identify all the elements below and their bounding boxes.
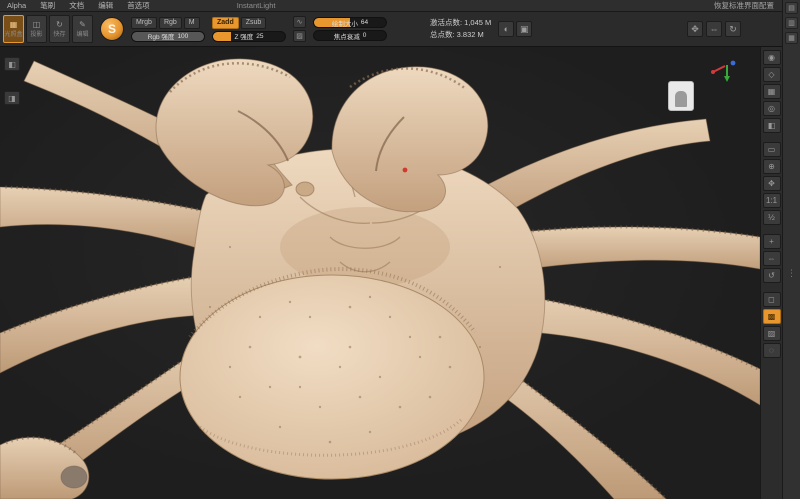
- tray-icon-1[interactable]: ▤: [785, 2, 798, 14]
- instantlight-label: InstantLight: [237, 1, 276, 10]
- menu-item-document[interactable]: 文档: [62, 0, 91, 11]
- menu-item-brush[interactable]: 笔刷: [33, 0, 62, 11]
- projection-button[interactable]: ◫ 投影: [26, 15, 47, 43]
- lightbox-button[interactable]: ▦ 光照盒: [3, 15, 24, 43]
- projection-icon: ◫: [33, 20, 41, 29]
- tray-divider-handle[interactable]: ⋮: [787, 268, 796, 279]
- zsub-button[interactable]: Zsub: [241, 17, 267, 29]
- current-brush-button[interactable]: S: [100, 17, 124, 41]
- paint-mode-group: Mrgb Rgb M Rgb 强度 100: [131, 17, 205, 42]
- tray-icon-3[interactable]: ▦: [785, 32, 798, 44]
- mrgb-button[interactable]: Mrgb: [131, 17, 157, 29]
- scale3d-button[interactable]: ⇔: [763, 251, 781, 266]
- right-tray-strip: ▤ ▥ ▦ ⋮: [782, 0, 800, 499]
- app-window: Alpha 笔刷 文档 编辑 首选项 InstantLight 恢复标准界面配置…: [0, 0, 800, 499]
- quicksave-button[interactable]: ↻ 快存: [49, 15, 70, 43]
- stroke-marker: [403, 168, 408, 173]
- lightbox-icon: ▦: [10, 20, 18, 29]
- draw-size-slider[interactable]: 绘制大小 64: [313, 17, 387, 28]
- left-canvas-icon-bottom[interactable]: ◨: [4, 91, 20, 105]
- stroke-picker-button[interactable]: ∿: [293, 16, 306, 28]
- transparency-button[interactable]: ▨: [763, 326, 781, 341]
- menu-item-alpha[interactable]: Alpha: [0, 1, 33, 10]
- half-size-button[interactable]: ½: [763, 210, 781, 225]
- mid-button-group: ◐ ▣: [498, 21, 532, 37]
- stroke-alpha-group: ∿ ▨: [293, 16, 306, 42]
- viewport-canvas[interactable]: ◧ ◨: [0, 47, 760, 499]
- menubar: Alpha 笔刷 文档 编辑 首选项 InstantLight 恢复标准界面配置: [0, 0, 800, 12]
- focal-shift-slider[interactable]: 焦点衰减 0: [313, 30, 387, 41]
- left-canvas-icon-top[interactable]: ◧: [4, 57, 20, 71]
- texture-button[interactable]: ▣: [516, 21, 532, 37]
- sculpt-mode-group: Zadd Zsub Z 强度 25: [212, 17, 286, 42]
- rotate-tool-button[interactable]: ↻: [725, 21, 741, 37]
- edit-mode-button[interactable]: ✎ 编辑: [72, 15, 93, 43]
- rgb-button[interactable]: Rgb: [159, 17, 182, 29]
- tray-icon-2[interactable]: ▥: [785, 17, 798, 29]
- solo-button[interactable]: ◻: [763, 292, 781, 307]
- bust-icon: [675, 91, 687, 107]
- active-points-label: 激活点数: 1,045 M: [430, 17, 491, 29]
- polyframe-button[interactable]: ▩: [763, 309, 781, 324]
- local-button[interactable]: ◎: [763, 101, 781, 116]
- menu-item-edit[interactable]: 编辑: [91, 0, 120, 11]
- move-tool-button[interactable]: ✥: [687, 21, 703, 37]
- quicksave-icon: ↻: [56, 20, 63, 29]
- zadd-button[interactable]: Zadd: [212, 17, 239, 29]
- actual-size-button[interactable]: 1:1: [763, 193, 781, 208]
- total-points-label: 总点数: 3.832 M: [430, 29, 491, 41]
- edit-icon: ✎: [79, 20, 86, 29]
- m-button[interactable]: M: [184, 17, 200, 29]
- z-intensity-slider[interactable]: Z 强度 25: [212, 31, 286, 42]
- point-count-readout: 激活点数: 1,045 M 总点数: 3.832 M: [430, 17, 491, 40]
- floor-button[interactable]: ▦: [763, 84, 781, 99]
- move3d-button[interactable]: +: [763, 234, 781, 249]
- scale-tool-button[interactable]: ⇔: [706, 21, 722, 37]
- frame-button[interactable]: ▭: [763, 142, 781, 157]
- alpha-picker-button[interactable]: ▨: [293, 30, 306, 42]
- lsym-button[interactable]: ◧: [763, 118, 781, 133]
- preview-thumbnail[interactable]: [668, 81, 694, 111]
- restore-ui-label[interactable]: 恢复标准界面配置: [714, 0, 774, 11]
- left-button-group: ▦ 光照盒 ◫ 投影 ↻ 快存 ✎ 编辑: [3, 15, 93, 43]
- top-shelf: ▦ 光照盒 ◫ 投影 ↻ 快存 ✎ 编辑 S Mrgb Rgb M: [0, 12, 800, 47]
- bpr-button[interactable]: ◉: [763, 50, 781, 65]
- zoom-button[interactable]: ⊕: [763, 159, 781, 174]
- menu-item-preferences[interactable]: 首选项: [120, 0, 157, 11]
- right-shelf: ◉ ◇ ▦ ◎ ◧ ▭ ⊕ ✥ 1:1 ½ + ⇔ ↺ ◻ ▩ ▨ ◌: [760, 47, 782, 499]
- material-button[interactable]: ◐: [498, 21, 514, 37]
- ghost-button[interactable]: ◌: [763, 343, 781, 358]
- transform-tool-group: ✥ ⇔ ↻: [687, 21, 741, 37]
- rgb-intensity-slider[interactable]: Rgb 强度 100: [131, 31, 205, 42]
- crab-model[interactable]: [0, 47, 760, 499]
- size-slider-group: 绘制大小 64 焦点衰减 0: [313, 17, 387, 41]
- persp-button[interactable]: ◇: [763, 67, 781, 82]
- scroll-button[interactable]: ✥: [763, 176, 781, 191]
- rotate3d-button[interactable]: ↺: [763, 268, 781, 283]
